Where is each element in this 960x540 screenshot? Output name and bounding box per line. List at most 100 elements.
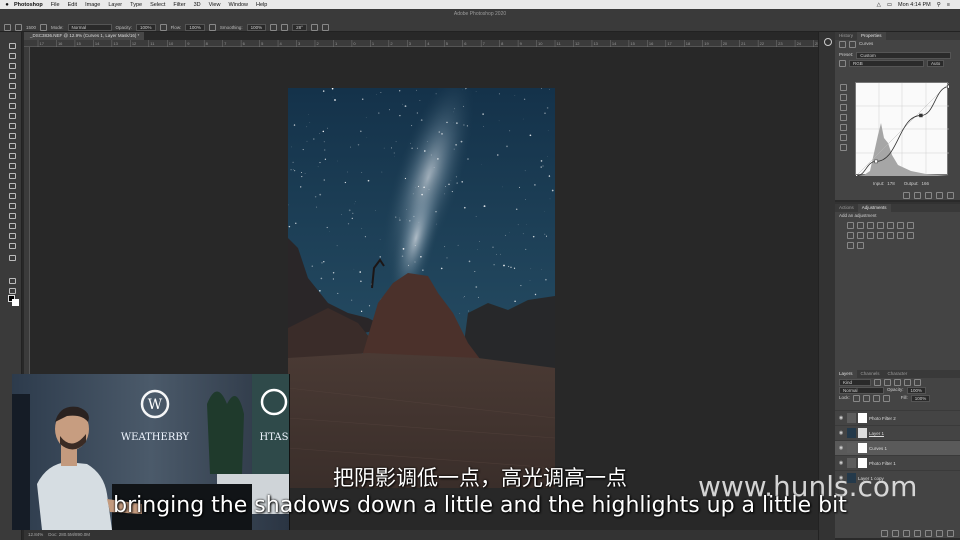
curves-adjust-icon[interactable] — [867, 222, 874, 229]
menu-filter[interactable]: Filter — [173, 2, 185, 8]
visibility-eye-icon[interactable]: ◉ — [835, 445, 847, 451]
quick-select-tool-icon[interactable] — [8, 72, 16, 79]
link-layers-icon[interactable] — [881, 530, 888, 537]
add-mask-icon[interactable] — [903, 530, 910, 537]
pressure-size-icon[interactable] — [310, 23, 318, 31]
airbrush-icon[interactable] — [208, 23, 216, 31]
eraser-tool-icon[interactable] — [8, 152, 16, 159]
targeted-adjust-icon[interactable] — [839, 59, 846, 67]
zoom-tool-icon[interactable] — [8, 242, 16, 249]
tab-layers[interactable]: Layers — [835, 370, 857, 378]
eyedropper-tool-icon[interactable] — [8, 102, 16, 109]
marquee-tool-icon[interactable] — [8, 52, 16, 59]
edit-points-icon[interactable] — [840, 114, 847, 121]
fill-field[interactable]: 100% — [910, 394, 931, 402]
black-point-eyedropper-icon[interactable] — [840, 84, 847, 91]
lock-all-icon[interactable] — [882, 394, 890, 402]
mode-select[interactable]: Normal — [67, 23, 112, 31]
menubar-clock[interactable]: Mon 4:14 PM — [898, 2, 931, 8]
brush-settings-icon[interactable] — [40, 23, 48, 31]
menu-file[interactable]: File — [51, 2, 60, 8]
tab-character[interactable]: Character — [884, 370, 912, 378]
clipping-warning-icon[interactable] — [840, 144, 847, 151]
zoom-level[interactable]: 12.84% — [28, 532, 43, 537]
tab-properties[interactable]: Properties — [857, 32, 886, 40]
stamp-tool-icon[interactable] — [8, 132, 16, 139]
menu-layer[interactable]: Layer — [108, 2, 122, 8]
channel-select[interactable]: RGB — [849, 59, 924, 67]
curve-control-point[interactable] — [919, 113, 923, 118]
new-adjustment-icon[interactable] — [914, 530, 921, 537]
crop-tool-icon[interactable] — [8, 82, 16, 89]
blend-mode-select[interactable]: Normal — [839, 386, 884, 394]
quick-mask-icon[interactable] — [8, 277, 16, 284]
document-tab[interactable]: _DSC3836.NEF @ 12.9% (Curves 1, Layer Ma… — [24, 32, 144, 40]
tab-channels[interactable]: Channels — [857, 370, 884, 378]
menu-app-name[interactable]: Photoshop — [14, 2, 43, 8]
background-color-swatch[interactable] — [12, 299, 19, 306]
clip-to-layer-icon[interactable] — [903, 192, 910, 199]
visibility-eye-icon[interactable]: ◉ — [835, 415, 847, 421]
menu-3d[interactable]: 3D — [194, 2, 201, 8]
symmetry-icon[interactable] — [321, 23, 329, 31]
color-balance-icon[interactable] — [907, 222, 914, 229]
lasso-tool-icon[interactable] — [8, 62, 16, 69]
history-brush-tool-icon[interactable] — [8, 142, 16, 149]
screen-mode-icon[interactable] — [8, 287, 16, 294]
posterize-icon[interactable] — [897, 232, 904, 239]
lock-image-icon[interactable] — [862, 394, 870, 402]
battery-icon[interactable]: ▭ — [887, 2, 892, 8]
home-icon[interactable] — [4, 23, 11, 31]
dodge-tool-icon[interactable] — [8, 182, 16, 189]
white-point-eyedropper-icon[interactable] — [840, 104, 847, 111]
filter-type-icon[interactable] — [894, 378, 901, 386]
gradient-tool-icon[interactable] — [8, 162, 16, 169]
history-panel-icon[interactable] — [824, 38, 832, 46]
menu-view[interactable]: View — [209, 2, 221, 8]
layer-name[interactable]: Photo Filter 2 — [869, 416, 896, 421]
shape-tool-icon[interactable] — [8, 222, 16, 229]
layer-row[interactable]: ◉ Layer 1 — [835, 425, 960, 440]
visibility-eye-icon[interactable]: ◉ — [835, 430, 847, 436]
delete-adjustment-icon[interactable] — [947, 192, 954, 199]
tab-actions[interactable]: Actions — [835, 204, 858, 212]
selective-color-icon[interactable] — [857, 242, 864, 249]
frame-tool-icon[interactable] — [8, 92, 16, 99]
photo-filter-icon[interactable] — [857, 232, 864, 239]
layer-row[interactable]: ◉ Photo Filter 2 — [835, 410, 960, 425]
channel-mixer-icon[interactable] — [867, 232, 874, 239]
hand-tool-icon[interactable] — [8, 232, 16, 239]
hue-saturation-icon[interactable] — [897, 222, 904, 229]
blur-tool-icon[interactable] — [8, 172, 16, 179]
layer-style-icon[interactable] — [892, 530, 899, 537]
healing-tool-icon[interactable] — [8, 112, 16, 119]
mask-thumbnail[interactable] — [858, 443, 867, 453]
menu-extras-icon[interactable]: ≡ — [947, 2, 950, 8]
menu-type[interactable]: Type — [130, 2, 142, 8]
curve-line[interactable] — [855, 86, 950, 177]
levels-icon[interactable] — [857, 222, 864, 229]
mask-icon[interactable] — [849, 40, 856, 48]
opacity-field[interactable]: 100% — [136, 23, 156, 31]
curve-control-point[interactable] — [854, 174, 858, 178]
smoothing-gear-icon[interactable] — [270, 23, 278, 31]
layer-opacity-field[interactable]: 100% — [906, 386, 927, 394]
reset-icon[interactable] — [925, 192, 932, 199]
ruler-horizontal[interactable]: 17 16 15 14 13 12 11 10 9 8 7 6 5 4 3 2 1 0 1 2 3 4 5 6 7 8 9 10 11 1… — [24, 40, 820, 47]
auto-button[interactable]: Auto — [927, 59, 945, 67]
view-previous-icon[interactable] — [914, 192, 921, 199]
brush-tool-icon[interactable] — [15, 23, 22, 31]
menu-window[interactable]: Window — [228, 2, 248, 8]
tab-history[interactable]: History — [835, 32, 857, 40]
type-tool-icon[interactable] — [8, 202, 16, 209]
curve-control-point[interactable] — [874, 159, 878, 164]
mask-thumbnail[interactable] — [858, 413, 867, 423]
filter-adjustment-icon[interactable] — [884, 378, 891, 386]
angle-field[interactable]: 28° — [292, 23, 307, 31]
smoothing-field[interactable]: 100% — [246, 23, 267, 31]
gradient-map-icon[interactable] — [847, 242, 854, 249]
layer-name[interactable]: Layer 1 — [869, 431, 884, 436]
pressure-opacity-icon[interactable] — [159, 23, 167, 31]
draw-curve-icon[interactable] — [840, 124, 847, 131]
filter-shape-icon[interactable] — [904, 378, 911, 386]
